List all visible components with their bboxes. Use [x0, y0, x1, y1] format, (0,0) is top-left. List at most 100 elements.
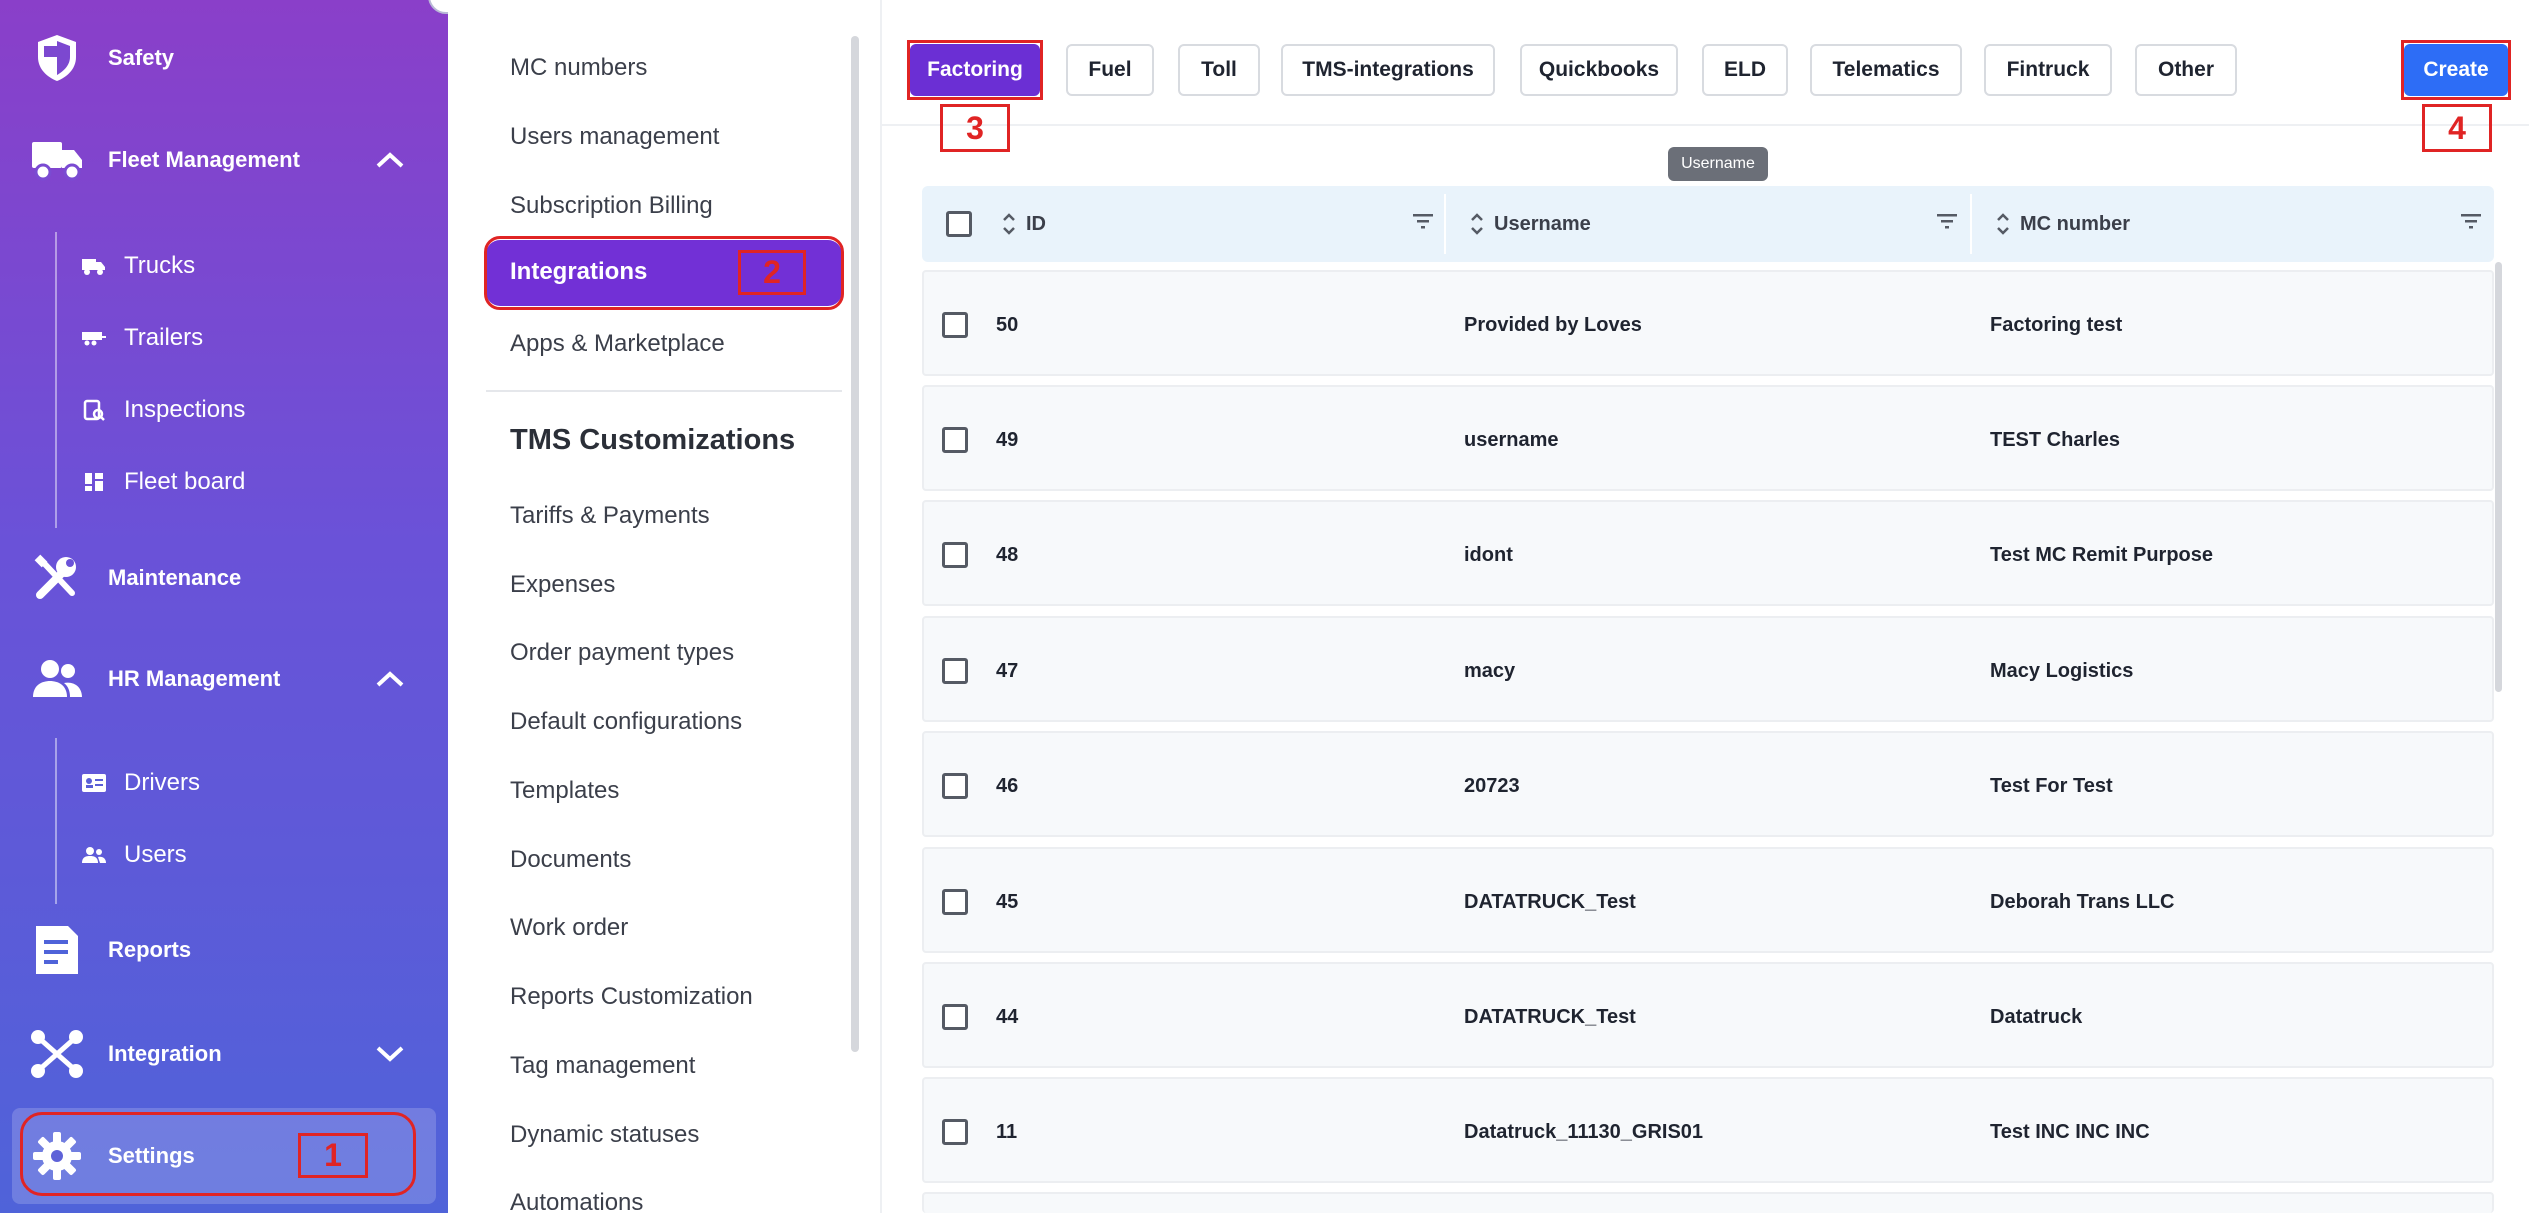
tab-other[interactable]: Other [2135, 44, 2237, 96]
sidebar-item-users[interactable]: Users [80, 827, 420, 883]
column-header-username[interactable]: Username [1468, 186, 1591, 262]
cell-id: 48 [996, 543, 1019, 566]
filter-icon[interactable] [2460, 212, 2482, 230]
sidebar-item-maintenance[interactable]: Maintenance [0, 536, 448, 620]
menu-scrollbar[interactable] [851, 36, 859, 1052]
table-scrollbar[interactable] [2495, 262, 2502, 692]
menu-item-subscription-billing[interactable]: Subscription Billing [510, 186, 713, 226]
tab-fintruck[interactable]: Fintruck [1984, 44, 2112, 96]
sidebar-item-trailers[interactable]: Trailers [80, 310, 420, 366]
menu-item-tag-management[interactable]: Tag management [510, 1046, 695, 1086]
chevron-up-icon[interactable] [372, 661, 408, 697]
sidebar-item-label: Fleet Management [108, 147, 300, 172]
cell-mc-number: Test INC INC INC [1990, 1120, 2150, 1143]
table-row[interactable]: 47 macy Macy Logistics [922, 616, 2494, 722]
cell-id: 49 [996, 428, 1019, 451]
sidebar-item-hr-management[interactable]: HR Management [0, 637, 448, 721]
tab-eld[interactable]: ELD [1702, 44, 1788, 96]
settings-menu [448, 0, 880, 1213]
people-icon [30, 652, 84, 706]
tab-toll[interactable]: Toll [1178, 44, 1260, 96]
sort-icon [1997, 213, 2009, 235]
row-checkbox[interactable] [942, 773, 968, 799]
row-checkbox[interactable] [942, 889, 968, 915]
column-header-label: ID [1026, 212, 1046, 235]
table-row[interactable]: 48 idont Test MC Remit Purpose [922, 500, 2494, 606]
trailer-icon [80, 324, 108, 352]
tab-quickbooks[interactable]: Quickbooks [1520, 44, 1678, 96]
table-row[interactable]: 46 20723 Test For Test [922, 731, 2494, 837]
filter-icon[interactable] [1936, 212, 1958, 230]
menu-item-dynamic-statuses[interactable]: Dynamic statuses [510, 1115, 699, 1155]
menu-item-reports-customization[interactable]: Reports Customization [510, 977, 753, 1017]
sidebar-item-label: Drivers [124, 769, 200, 796]
select-all-checkbox[interactable] [946, 211, 972, 237]
tab-telematics[interactable]: Telematics [1810, 44, 1962, 96]
chevron-up-icon[interactable] [372, 142, 408, 178]
sidebar-nav: Safety Fleet Management Trucks Trailers … [0, 0, 466, 1213]
row-checkbox[interactable] [942, 1004, 968, 1030]
table-row[interactable]: 45 DATATRUCK_Test Deborah Trans LLC [922, 847, 2494, 953]
menu-item-users-management[interactable]: Users management [510, 117, 719, 157]
menu-item-expenses[interactable]: Expenses [510, 565, 615, 605]
inspection-icon [80, 396, 108, 424]
tab-fuel[interactable]: Fuel [1066, 44, 1154, 96]
menu-item-tariffs-payments[interactable]: Tariffs & Payments [510, 496, 710, 536]
annotation-number: 2 [738, 250, 806, 295]
shield-icon [30, 31, 84, 85]
cell-mc-number: Test For Test [1990, 774, 2113, 797]
sidebar-item-integration[interactable]: Integration [0, 1012, 448, 1096]
wrench-icon [30, 551, 84, 605]
sidebar-item-drivers[interactable]: Drivers [80, 755, 420, 811]
tab-tms-integrations[interactable]: TMS-integrations [1281, 44, 1495, 96]
filter-icon[interactable] [1412, 212, 1434, 230]
sidebar-item-label: Inspections [124, 396, 246, 423]
column-separator[interactable] [1970, 194, 1972, 254]
cell-id: 45 [996, 890, 1019, 913]
menu-item-templates[interactable]: Templates [510, 771, 619, 811]
sidebar-item-fleet-board[interactable]: Fleet board [80, 454, 420, 510]
menu-item-mc-numbers[interactable]: MC numbers [510, 48, 647, 88]
row-checkbox[interactable] [942, 1119, 968, 1145]
chevron-down-icon[interactable] [372, 1036, 408, 1072]
column-header-mc-number[interactable]: MC number [1994, 186, 2130, 262]
column-header-id[interactable]: ID [1000, 186, 1046, 262]
cell-id: 47 [996, 659, 1019, 682]
menu-section-title: TMS Customizations [510, 424, 796, 456]
cell-mc-number: Factoring test [1990, 313, 2123, 336]
row-checkbox[interactable] [942, 427, 968, 453]
tab-bar-divider [882, 124, 2529, 126]
menu-item-documents[interactable]: Documents [510, 840, 631, 880]
annotation-box-create [2401, 40, 2511, 100]
sidebar-item-inspections[interactable]: Inspections [80, 382, 420, 438]
integration-icon [30, 1027, 84, 1081]
menu-item-default-configurations[interactable]: Default configurations [510, 702, 742, 742]
menu-item-work-order[interactable]: Work order [510, 908, 628, 948]
cell-id: 50 [996, 313, 1019, 336]
sidebar-item-reports[interactable]: Reports [0, 908, 448, 992]
row-checkbox[interactable] [942, 312, 968, 338]
menu-item-order-payment-types[interactable]: Order payment types [510, 633, 734, 673]
menu-item-automations[interactable]: Automations [510, 1183, 643, 1223]
submenu-rail [55, 232, 57, 528]
menu-item-apps-marketplace[interactable]: Apps & Marketplace [510, 324, 725, 364]
cell-username: Provided by Loves [1464, 313, 1642, 336]
sidebar-item-label: Safety [108, 45, 175, 70]
table-row[interactable]: 50 Provided by Loves Factoring test [922, 270, 2494, 376]
sort-icon [1003, 213, 1015, 235]
sidebar-item-trucks[interactable]: Trucks [80, 238, 420, 294]
submenu-rail [55, 738, 57, 904]
table-row[interactable]: 44 DATATRUCK_Test Datatruck [922, 962, 2494, 1068]
table-row[interactable]: 49 username TEST Charles [922, 385, 2494, 491]
table-row[interactable]: 11 Datatruck_11130_GRIS01 Test INC INC I… [922, 1077, 2494, 1183]
cell-mc-number: TEST Charles [1990, 428, 2121, 451]
column-separator[interactable] [1444, 194, 1446, 254]
table-row[interactable] [922, 1192, 2494, 1213]
cell-id: 11 [996, 1120, 1018, 1143]
column-header-label: Username [1494, 212, 1591, 235]
cell-username: macy [1464, 659, 1516, 682]
sidebar-item-safety[interactable]: Safety [0, 16, 448, 100]
row-checkbox[interactable] [942, 542, 968, 568]
sidebar-item-fleet-management[interactable]: Fleet Management [0, 118, 448, 202]
row-checkbox[interactable] [942, 658, 968, 684]
